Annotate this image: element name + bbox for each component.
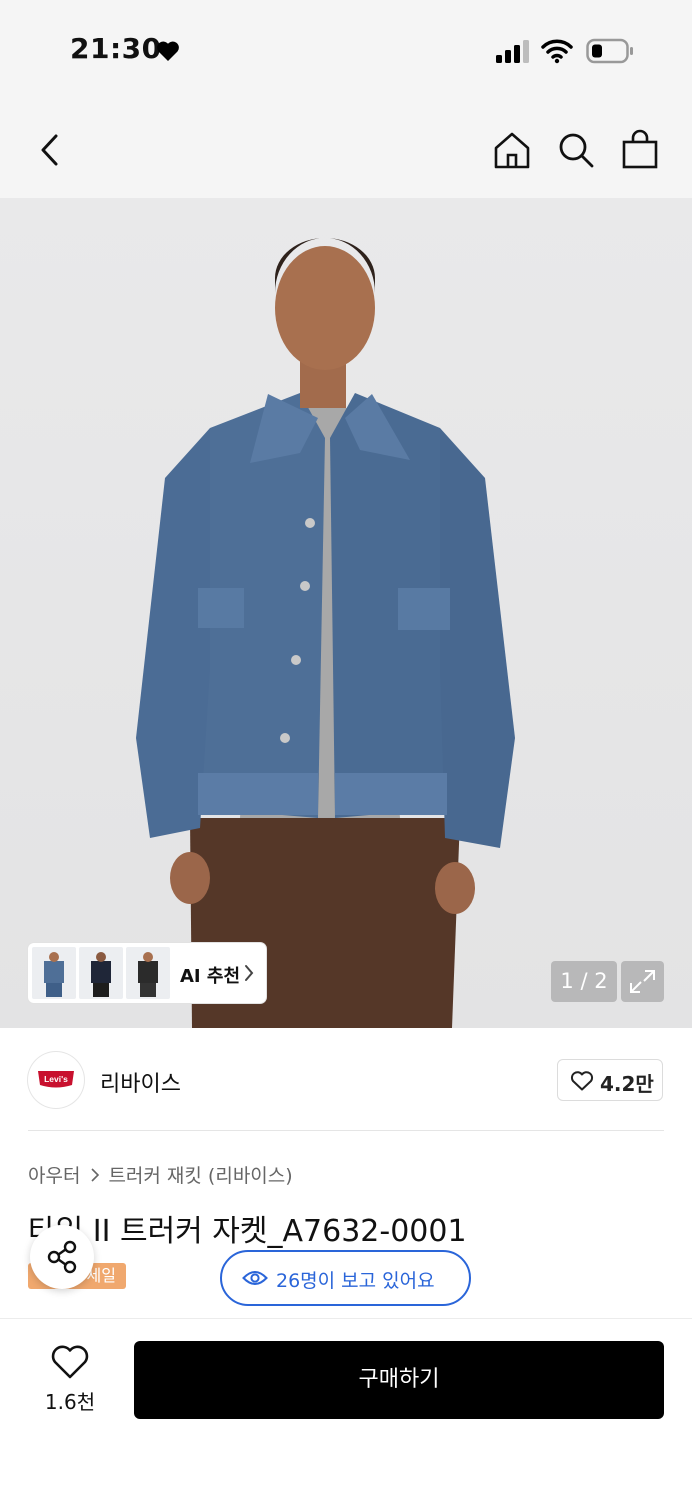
breadcrumb-item[interactable]: 아우터 (28, 1165, 80, 1187)
ai-recommend-card[interactable]: AI 추천 (28, 943, 266, 1003)
breadcrumb: 아우터 트러커 재킷 (리바이스) (28, 1161, 293, 1188)
divider (28, 1130, 664, 1131)
heart-status-icon (157, 41, 179, 61)
shopping-bag-icon[interactable] (620, 128, 660, 170)
breadcrumb-item[interactable]: 트러커 재킷 (리바이스) (108, 1165, 292, 1187)
wifi-icon (541, 39, 573, 64)
battery-icon (586, 38, 633, 64)
svg-text:Levi's: Levi's (44, 1074, 68, 1084)
brand-name[interactable]: 리바이스 (100, 1066, 181, 1098)
heart-outline-icon (570, 1071, 594, 1091)
recommend-thumbnail[interactable] (32, 947, 76, 999)
fullscreen-button[interactable] (621, 961, 664, 1002)
wishlist-heart-icon[interactable] (50, 1344, 90, 1380)
share-button[interactable] (30, 1225, 94, 1289)
divider (0, 1318, 692, 1319)
search-icon[interactable] (556, 130, 596, 170)
brand-like-button[interactable]: 4.2만 (557, 1059, 663, 1101)
image-pager: 1 / 2 (551, 961, 617, 1002)
live-viewers-pill: 26명이 보고 있어요 (220, 1250, 471, 1306)
eye-icon (242, 1271, 268, 1285)
chevron-right-icon (245, 965, 254, 981)
chevron-left-icon[interactable] (36, 132, 64, 168)
viewer-count-text: 26명이 보고 있어요 (276, 1270, 435, 1292)
ai-recommend-label: AI 추천 (180, 966, 241, 987)
buy-button[interactable]: 구매하기 (134, 1341, 664, 1419)
product-photo-illustration (136, 238, 515, 1028)
brand-like-count: 4.2만 (600, 1072, 654, 1096)
product-image[interactable] (0, 198, 692, 1028)
status-time: 21:30 (70, 32, 162, 65)
wishlist-count: 1.6천 (44, 1390, 96, 1414)
chevron-right-icon (91, 1168, 100, 1182)
recommend-thumbnail[interactable] (79, 947, 123, 999)
recommend-thumbnail[interactable] (126, 947, 170, 999)
levis-logo: Levi's (38, 1071, 74, 1088)
share-icon (47, 1240, 77, 1274)
brand-logo[interactable]: Levi's (28, 1052, 84, 1108)
home-icon[interactable] (492, 130, 532, 170)
cellular-signal-icon (496, 40, 529, 63)
expand-icon (630, 970, 655, 993)
